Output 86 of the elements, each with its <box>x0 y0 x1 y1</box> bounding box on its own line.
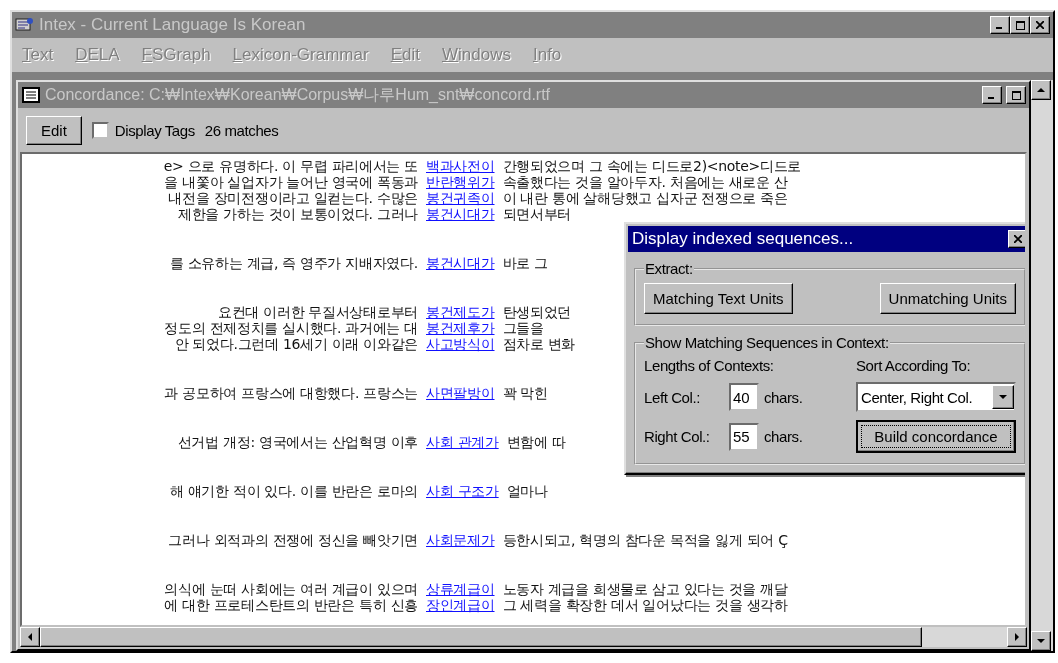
match-link[interactable]: 사회문제가 <box>426 532 495 548</box>
context-text: 꽉 막힌 <box>502 385 548 401</box>
group-label: Extract: <box>644 260 694 277</box>
field-label: Sort According To: <box>856 357 972 374</box>
field-label: Right Col.: <box>644 428 711 445</box>
context-text: 얼마나 <box>506 483 548 499</box>
context-text: 노동자 계급을 희생물로 삼고 있다는 것을 깨달 <box>502 581 788 597</box>
minimize-button[interactable] <box>990 16 1010 34</box>
match-count: 26 matches <box>204 121 279 139</box>
context-text: 탄생되었던 <box>502 304 572 320</box>
context-text: 등한시되고, 혁명의 참다운 목적을 잃게 되어 Ç <box>502 532 788 548</box>
field-label: Lengths of Contexts: <box>644 357 775 374</box>
dialog-title: Display indexed sequences... <box>632 229 854 249</box>
match-link[interactable]: 봉건제도가 <box>426 304 495 320</box>
context-text: 변함에 따 <box>506 434 566 450</box>
match-link[interactable]: 사고방식이 <box>426 336 495 352</box>
context-text: 그러나 외적과의 전쟁에 정신을 빼앗기면 <box>167 532 418 548</box>
checkbox-label: Display Tags <box>114 121 195 139</box>
context-text: 되면서부터 <box>502 206 572 222</box>
context-text: 간행되었으며 그 속에는 디드로2)<note>디드로 <box>502 158 802 174</box>
display-tags-checkbox[interactable] <box>91 121 109 139</box>
vertical-scrollbar[interactable] <box>1031 80 1053 651</box>
maximize-button[interactable] <box>1010 16 1030 34</box>
sort-dropdown[interactable]: Center, Right Col. <box>856 382 1016 412</box>
context-text: 를 소유하는 계급, 즉 영주가 지배자였다. <box>168 255 418 271</box>
arrow-down-icon <box>999 394 1007 400</box>
context-text: 그들을 <box>502 320 544 336</box>
context-text: 내전을 장미전쟁이라고 일컫는다. 수많은 <box>167 190 418 206</box>
match-link[interactable]: 백과사전이 <box>426 158 495 174</box>
context-text: 바로 그 <box>502 255 548 271</box>
extract-button[interactable]: Matching Text Units <box>644 283 793 314</box>
context-text: 점차로 변화 <box>502 336 576 352</box>
match-link[interactable]: 봉건시대가 <box>426 206 495 222</box>
arrow-down-icon <box>1037 638 1045 644</box>
right-col-field[interactable]: 55 <box>729 422 759 451</box>
window-title: Intex - Current Language Is Korean <box>39 15 307 35</box>
context-text: 정도의 전제정치를 실시했다. 과거에는 대 <box>163 320 418 336</box>
arrow-left-icon <box>27 633 33 641</box>
context-text: 과 공모하여 프랑스에 대항했다. 프랑스는 <box>163 385 418 401</box>
context-text: 요컨대 이러한 무질서상태로부터 <box>216 304 418 320</box>
window-title: Concordance: C:₩Intex₩Korean₩Corpus₩나루Hum_snt₩concord.rtf <box>45 84 552 105</box>
maximize-icon <box>1011 90 1021 100</box>
context-text: 그 세력을 확장한 데서 일어났다는 것을 생각하 <box>502 597 788 613</box>
context-text: 에 대한 프로테스탄트의 반란은 특히 신흥 <box>163 597 418 613</box>
app-icon <box>15 16 35 34</box>
context-text: 제한을 가하는 것이 보통이었다. 그러나 <box>177 206 418 222</box>
match-link[interactable]: 사면팔방이 <box>426 385 495 401</box>
left-col-field[interactable]: 40 <box>729 383 759 411</box>
document-icon <box>21 86 41 104</box>
unit-label: chars. <box>764 388 803 406</box>
context-text: 선거법 개정: 영국에서는 산업혁명 이후 <box>176 434 418 450</box>
scroll-right-button[interactable] <box>1007 627 1027 647</box>
minimize-button[interactable] <box>982 86 1002 104</box>
build-concordance-button[interactable]: Build concordance <box>856 420 1016 453</box>
group-label: Show Matching Sequences in Context: <box>644 334 890 351</box>
unit-label: chars. <box>764 428 803 445</box>
close-button[interactable] <box>1030 16 1050 34</box>
match-link[interactable]: 봉건귀족이 <box>426 190 495 206</box>
maximize-button[interactable] <box>1006 86 1026 104</box>
context-text: 해 얘기한 적이 있다. 이를 반란은 로마의 <box>168 483 418 499</box>
arrow-right-icon <box>1014 633 1020 641</box>
context-text: 이 내란 통에 살해당했고 십자군 전쟁으로 죽은 <box>502 190 788 206</box>
scroll-up-button[interactable] <box>1031 80 1051 100</box>
match-link[interactable]: 사회 구조가 <box>426 483 499 499</box>
match-link[interactable]: 장인계급이 <box>426 597 495 613</box>
match-link[interactable]: 상류계급이 <box>426 581 495 597</box>
scroll-down-button[interactable] <box>1031 631 1051 651</box>
match-link[interactable]: 봉건제후가 <box>426 320 495 336</box>
edit-button[interactable]: Edit <box>26 115 82 145</box>
extract-button[interactable]: Unmatching Units <box>879 283 1016 314</box>
maximize-icon <box>1015 20 1025 30</box>
match-link[interactable]: 반란행위가 <box>426 174 495 190</box>
context-text: 을 내쫓아 실업자가 늘어난 영국에 폭동과 <box>163 174 418 190</box>
match-link[interactable]: 사회 관계가 <box>426 434 499 450</box>
arrow-up-icon <box>1037 87 1045 93</box>
scroll-left-button[interactable] <box>20 627 40 647</box>
field-label: Left Col.: <box>644 388 702 406</box>
context-text: e> 으로 유명하다. 이 무렵 파리에서는 또 <box>162 158 418 174</box>
close-button[interactable] <box>1008 230 1025 248</box>
context-text: 안 되었다.그런데 16세기 이래 이와같은 <box>173 336 418 352</box>
context-text: 의식에 눈떠 사회에는 여러 계급이 있으며 <box>163 581 418 597</box>
close-icon <box>1014 235 1022 243</box>
dropdown-button[interactable] <box>992 385 1014 409</box>
close-icon <box>1036 21 1044 29</box>
match-link[interactable]: 봉건시대가 <box>426 255 495 271</box>
context-text: 속출했다는 것을 알아두자. 처음에는 새로운 산 <box>502 174 788 190</box>
